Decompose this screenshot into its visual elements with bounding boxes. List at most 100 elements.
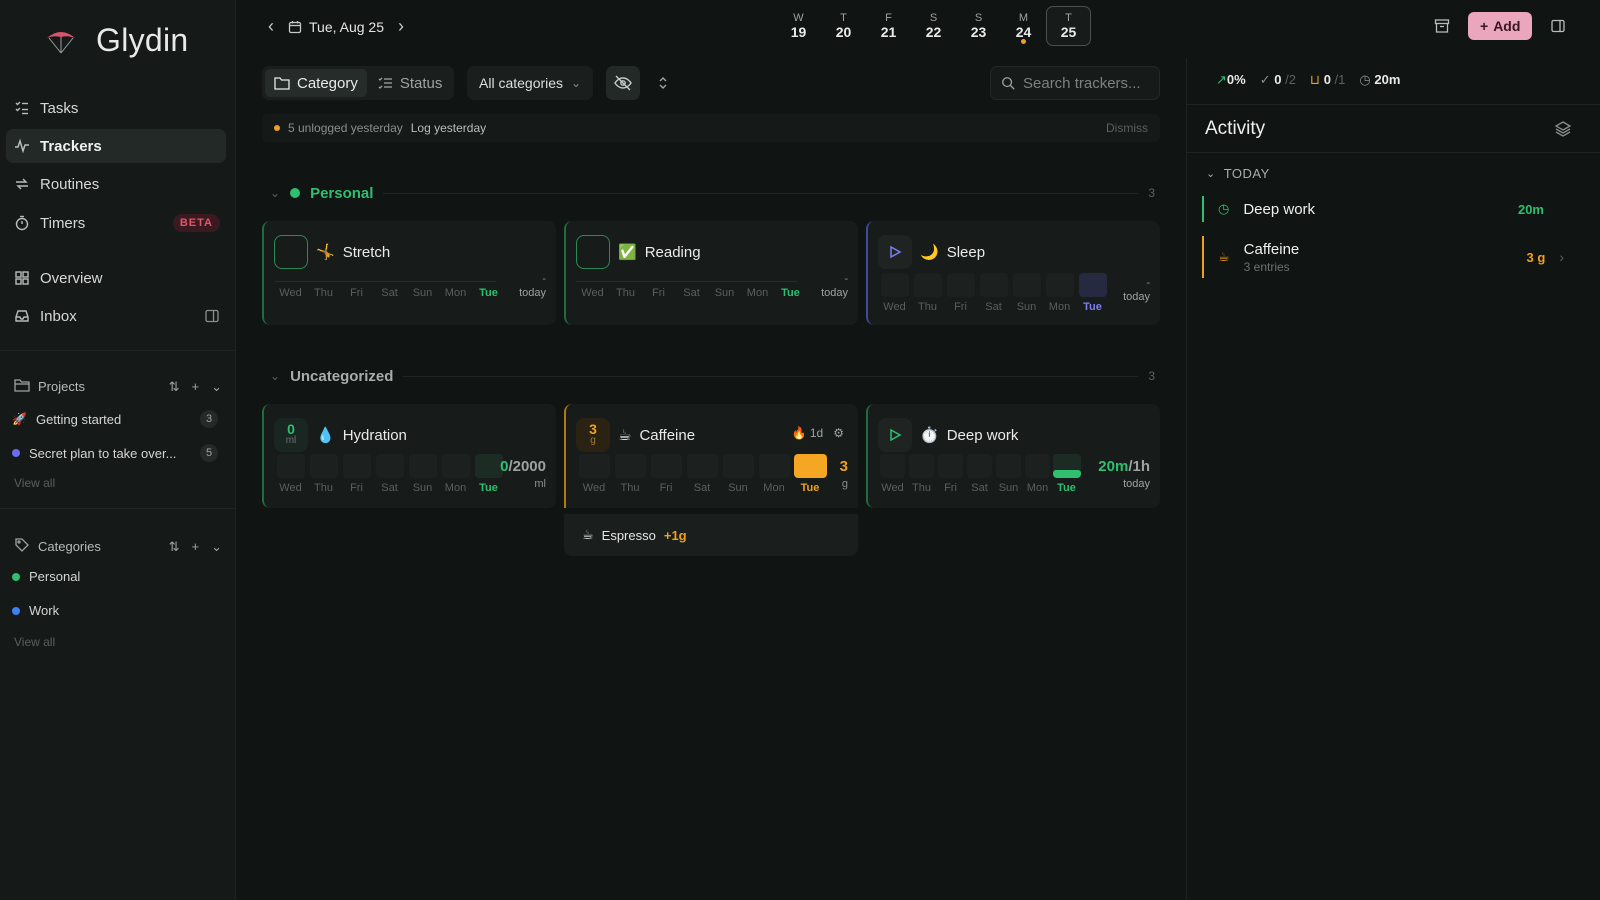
group-by-category[interactable]: Category <box>265 69 367 97</box>
caffeine-entry[interactable]: ☕ Espresso +1g <box>564 514 858 556</box>
date-picker[interactable]: Tue, Aug 25 <box>288 19 384 35</box>
gear-icon[interactable]: ⚙ <box>833 426 844 440</box>
group-by-status[interactable]: Status <box>369 69 452 97</box>
nav-timers[interactable]: Timers BETA <box>6 206 226 240</box>
check-button[interactable] <box>274 235 308 269</box>
projects-view-all[interactable]: View all <box>14 476 55 490</box>
week-day[interactable]: T 20 <box>821 6 866 46</box>
layers-icon[interactable] <box>1554 120 1572 141</box>
check-button[interactable] <box>576 235 610 269</box>
day-cell[interactable] <box>1025 454 1050 478</box>
day-cell[interactable] <box>441 454 470 478</box>
value-button[interactable]: 0 ml <box>274 418 308 452</box>
day-cell[interactable] <box>946 273 975 297</box>
day-cell-today[interactable] <box>1052 454 1081 478</box>
sort-icon[interactable]: ⇅ <box>169 379 180 395</box>
plus-icon[interactable]: + <box>192 379 200 395</box>
project-label: Getting started <box>35 411 122 427</box>
activity-item[interactable]: ◷ Deep work 20m <box>1202 196 1572 222</box>
day-cell[interactable] <box>967 454 992 478</box>
day-cell[interactable] <box>375 454 404 478</box>
tracker-card-stretch[interactable]: 🤸 Stretch Wed Thu Fri Sat Sun Mon Tue - … <box>262 221 556 325</box>
nav-overview[interactable]: Overview <box>6 261 226 295</box>
day-cell-today[interactable] <box>474 454 503 478</box>
unlogged-banner: 5 unlogged yesterday Log yesterday Dismi… <box>262 114 1160 142</box>
week-day[interactable]: W 19 <box>776 6 821 46</box>
day-cell[interactable] <box>722 454 754 478</box>
week-day[interactable]: S 23 <box>956 6 1001 46</box>
week-day[interactable]: F 21 <box>866 6 911 46</box>
status-label: Status <box>399 74 443 92</box>
group-header-uncategorized[interactable]: ⌄ Uncategorized 3 <box>270 366 1155 386</box>
app-logo[interactable]: Glydin <box>44 22 189 59</box>
day-cell[interactable] <box>996 454 1021 478</box>
search-input[interactable] <box>1023 74 1149 92</box>
category-item[interactable]: Work <box>12 603 218 618</box>
categories-view-all[interactable]: View all <box>14 635 55 649</box>
day-cell[interactable] <box>938 454 963 478</box>
chevron-down-icon[interactable]: ⌄ <box>211 379 222 395</box>
day-cell[interactable] <box>578 454 610 478</box>
day-cell[interactable] <box>1012 273 1041 297</box>
activity-item[interactable]: ☕ Caffeine 3 entries 3 g › <box>1202 236 1572 278</box>
day-cell[interactable] <box>880 454 905 478</box>
day-cell[interactable] <box>650 454 682 478</box>
nav-inbox[interactable]: Inbox <box>6 299 226 333</box>
plus-icon[interactable]: + <box>192 539 200 555</box>
folder-icon <box>14 378 30 395</box>
dismiss-button[interactable]: Dismiss <box>1106 121 1148 135</box>
today-label: TODAY <box>1223 166 1270 181</box>
day-cell[interactable] <box>408 454 437 478</box>
day-cell-today[interactable] <box>793 454 827 478</box>
day-label: Wed <box>883 301 906 313</box>
group-header-personal[interactable]: ⌄ Personal 3 <box>270 183 1155 203</box>
tracker-card-reading[interactable]: ✅ Reading Wed Thu Fri Sat Sun Mon Tue - … <box>564 221 858 325</box>
tracker-card-sleep[interactable]: 🌙 Sleep Wed Thu Fri Sat Sun Mon Tue - to… <box>866 221 1160 325</box>
time-total: 20m <box>1374 72 1401 87</box>
tracker-card-caffeine[interactable]: 3 g ☕ Caffeine 🔥 1d ⚙ Wed Thu Fri Sat Su… <box>564 404 858 508</box>
nav-trackers[interactable]: Trackers <box>6 129 226 163</box>
today-header[interactable]: ⌄ TODAY <box>1206 166 1270 181</box>
chevron-right-icon[interactable]: › <box>1559 249 1564 265</box>
day-cell[interactable] <box>758 454 790 478</box>
play-button[interactable] <box>878 418 912 452</box>
calendar-icon <box>288 20 302 33</box>
category-item[interactable]: Personal <box>12 569 218 584</box>
day-cell[interactable] <box>979 273 1008 297</box>
chevron-left-icon[interactable]: ‹ <box>268 16 274 37</box>
chevron-right-icon[interactable]: › <box>398 16 404 37</box>
hide-completed-button[interactable] <box>606 66 640 100</box>
sort-icon[interactable]: ⇅ <box>169 539 180 555</box>
day-cell[interactable] <box>276 454 305 478</box>
play-button[interactable] <box>878 235 912 269</box>
project-item[interactable]: Secret plan to take over... 5 <box>12 444 218 462</box>
day-cell[interactable] <box>614 454 646 478</box>
day-cell[interactable] <box>880 273 909 297</box>
archive-icon[interactable] <box>1430 14 1454 38</box>
log-yesterday-link[interactable]: Log yesterday <box>411 121 486 135</box>
day-cell[interactable] <box>686 454 718 478</box>
value-button[interactable]: 3 g <box>576 418 610 452</box>
day-cell[interactable] <box>909 454 934 478</box>
right-panel-toggle-icon[interactable] <box>1546 14 1570 38</box>
week-day-selected[interactable]: T 25 <box>1046 6 1091 46</box>
routines-icon <box>14 176 30 192</box>
day-cell[interactable] <box>1045 273 1074 297</box>
tracker-card-hydration[interactable]: 0 ml 💧 Hydration Wed Thu Fri Sat Sun Mon… <box>262 404 556 508</box>
panel-toggle-icon[interactable] <box>204 308 220 324</box>
day-cell[interactable] <box>309 454 338 478</box>
nav-tasks[interactable]: Tasks <box>6 91 226 125</box>
chevron-down-icon[interactable]: ⌄ <box>211 539 222 555</box>
day-cell-today[interactable] <box>1078 273 1107 297</box>
day-cell[interactable] <box>913 273 942 297</box>
plus-icon: + <box>1480 18 1489 34</box>
project-item[interactable]: 🚀 Getting started 3 <box>12 410 218 428</box>
tracker-card-deepwork[interactable]: ⏱️ Deep work Wed Thu Fri Sat Sun Mon Tue… <box>866 404 1160 508</box>
day-cell[interactable] <box>342 454 371 478</box>
expand-collapse-button[interactable] <box>652 70 674 96</box>
nav-routines[interactable]: Routines <box>6 167 226 201</box>
week-day[interactable]: S 22 <box>911 6 956 46</box>
add-button[interactable]: + Add <box>1468 12 1533 40</box>
category-filter-dropdown[interactable]: All categories ⌄ <box>467 66 594 100</box>
week-day[interactable]: M 24 <box>1001 6 1046 46</box>
